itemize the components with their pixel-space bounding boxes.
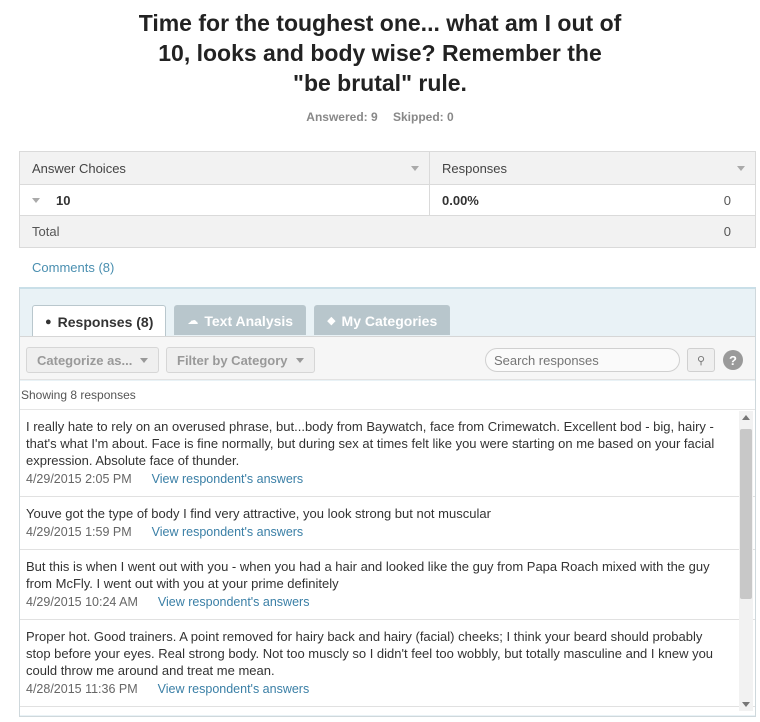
comments-link[interactable]: Comments (8)	[32, 260, 114, 275]
help-icon[interactable]: ?	[723, 350, 743, 370]
responses-list: I really hate to rely on an overused phr…	[20, 409, 755, 715]
sort-chevron-down-icon[interactable]	[411, 166, 419, 171]
response-count: 0	[723, 192, 731, 208]
chevron-down-icon	[295, 357, 304, 363]
list-item: But this is when I went out with you - w…	[20, 550, 755, 620]
question-title-line: "be brutal" rule.	[293, 70, 467, 96]
categorize-label: Categorize as...	[37, 352, 133, 368]
expand-chevron-icon[interactable]	[32, 197, 40, 203]
results-table: Answer Choices Responses 10 0.00% 0 Tota…	[19, 151, 756, 248]
total-label: Total	[32, 224, 60, 239]
response-date: 4/28/2015 11:36 PM	[26, 682, 138, 696]
total-count-cell: 0	[430, 216, 755, 247]
showing-count: Showing 8 responses	[20, 381, 755, 409]
list-item: Youve got the type of body I find very a…	[20, 497, 755, 550]
speech-bubble-icon: ●	[45, 315, 52, 328]
responses-header[interactable]: Responses	[430, 152, 755, 184]
tab-text-analysis[interactable]: ☁ Text Analysis	[174, 305, 307, 335]
view-respondent-link[interactable]: View respondent's answers	[158, 595, 310, 609]
sort-chevron-down-icon[interactable]	[737, 166, 745, 171]
question-title-line: 10, looks and body wise? Remember the	[158, 40, 602, 66]
response-percent: 0.00%	[442, 192, 479, 208]
view-respondent-link[interactable]: View respondent's answers	[152, 472, 304, 486]
response-date: 4/29/2015 2:05 PM	[26, 472, 132, 486]
cloud-icon: ☁	[187, 315, 199, 327]
question-title: Time for the toughest one... what am I o…	[60, 8, 700, 98]
response-text: I really hate to rely on an overused phr…	[26, 419, 715, 468]
response-text: Youve got the type of body I find very a…	[26, 506, 491, 521]
response-text: But this is when I went out with you - w…	[26, 559, 710, 591]
scrollbar-thumb[interactable]	[740, 429, 752, 599]
table-total-row: Total 0	[20, 216, 755, 247]
table-header: Answer Choices Responses	[20, 152, 755, 185]
scroll-down-arrow-icon[interactable]	[742, 702, 750, 707]
response-date: 4/29/2015 1:59 PM	[26, 525, 132, 539]
tab-responses[interactable]: ● Responses (8)	[32, 305, 167, 337]
total-label-cell: Total	[20, 216, 430, 247]
responses-header-label: Responses	[442, 160, 508, 176]
scroll-up-arrow-icon[interactable]	[742, 415, 750, 420]
question-stats: Answered: 9 Skipped: 0	[0, 110, 760, 124]
response-meta: 4/29/2015 1:59 PM View respondent's answe…	[26, 524, 725, 541]
responses-toolbar: Categorize as... Filter by Category ⚲ ?	[20, 336, 755, 380]
tab-label: Responses (8)	[57, 313, 154, 330]
categorize-dropdown[interactable]: Categorize as...	[26, 347, 160, 373]
response-text: Proper hot. Good trainers. A point remov…	[26, 629, 714, 678]
view-respondent-link[interactable]: View respondent's answers	[158, 682, 310, 696]
answered-count: Answered: 9	[306, 110, 378, 124]
tab-bar: ● Responses (8) ☁ Text Analysis ◆ My Cat…	[32, 305, 451, 337]
list-item: I really hate to rely on an overused phr…	[20, 410, 755, 497]
answer-choice-label: 10	[56, 192, 71, 208]
response-meta: 4/29/2015 10:24 AM View respondent's answ…	[26, 594, 725, 611]
search-icon: ⚲	[696, 354, 706, 367]
tag-icon: ◆	[327, 315, 336, 327]
tab-label: Text Analysis	[204, 312, 294, 329]
list-item: Proper hot. Good trainers. A point remov…	[20, 620, 755, 707]
search-input[interactable]	[485, 348, 680, 372]
response-date: 4/29/2015 10:24 AM	[26, 595, 138, 609]
answer-choices-header-label: Answer Choices	[32, 160, 126, 176]
tab-my-categories[interactable]: ◆ My Categories	[314, 305, 451, 335]
filter-dropdown[interactable]: Filter by Category	[166, 347, 315, 373]
view-respondent-link[interactable]: View respondent's answers	[152, 525, 304, 539]
search-button[interactable]: ⚲	[687, 348, 715, 372]
question-title-line: Time for the toughest one... what am I o…	[138, 10, 622, 36]
response-cell: 0.00% 0	[430, 185, 755, 215]
chevron-down-icon	[140, 357, 149, 363]
tab-label: My Categories	[341, 312, 438, 329]
total-count: 0	[723, 224, 731, 239]
skipped-count: Skipped: 0	[393, 110, 454, 124]
response-meta: 4/29/2015 2:05 PM View respondent's answe…	[26, 471, 725, 488]
answer-choice-cell: 10	[20, 185, 430, 215]
table-row: 10 0.00% 0	[20, 185, 755, 216]
response-meta: 4/28/2015 11:36 PM View respondent's answ…	[26, 681, 725, 698]
answer-choices-header[interactable]: Answer Choices	[20, 152, 430, 184]
list-scrollbar[interactable]	[739, 411, 753, 711]
filter-label: Filter by Category	[177, 352, 288, 368]
responses-panel: ● Responses (8) ☁ Text Analysis ◆ My Cat…	[19, 287, 756, 717]
